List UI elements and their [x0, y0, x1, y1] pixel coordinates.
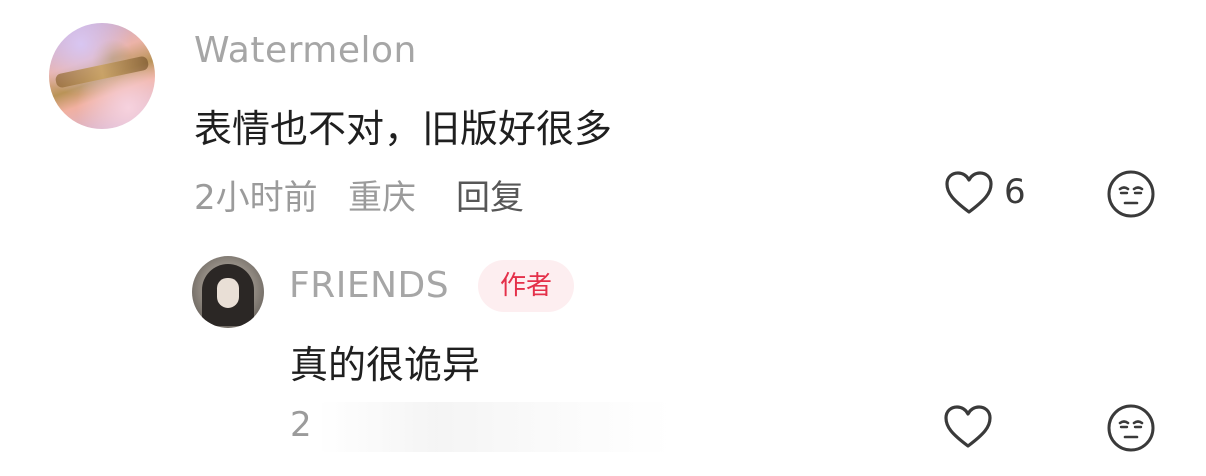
comment-thread: Watermelon 表情也不对，旧版好很多 2小时前 重庆 回复 6 FRIE… [0, 0, 1206, 476]
reply-dislike-button[interactable] [1105, 402, 1157, 454]
comment-time: 2小时前 [194, 178, 318, 218]
blurred-meta [318, 402, 673, 452]
reply-button[interactable]: 回复 [456, 170, 524, 219]
unamused-face-icon [1107, 404, 1155, 452]
avatar-face [217, 278, 239, 308]
dislike-button[interactable] [1105, 168, 1157, 220]
heart-outline-icon [944, 405, 992, 448]
reply-time: 2 [290, 405, 312, 445]
like-count: 6 [1004, 172, 1026, 212]
like-button[interactable] [943, 168, 995, 220]
commenter-avatar[interactable] [49, 23, 155, 129]
comment-location: 重庆 [348, 178, 416, 218]
heart-outline-icon [945, 171, 993, 214]
comment-text: 表情也不对，旧版好很多 [194, 107, 613, 151]
replier-username[interactable]: FRIENDS [289, 265, 449, 306]
reply-like-button[interactable] [942, 402, 994, 454]
replier-avatar[interactable] [192, 256, 264, 328]
reply-text: 真的很诡异 [290, 343, 481, 387]
commenter-username[interactable]: Watermelon [194, 30, 417, 71]
author-badge: 作者 [478, 260, 574, 312]
unamused-face-icon [1107, 170, 1155, 218]
